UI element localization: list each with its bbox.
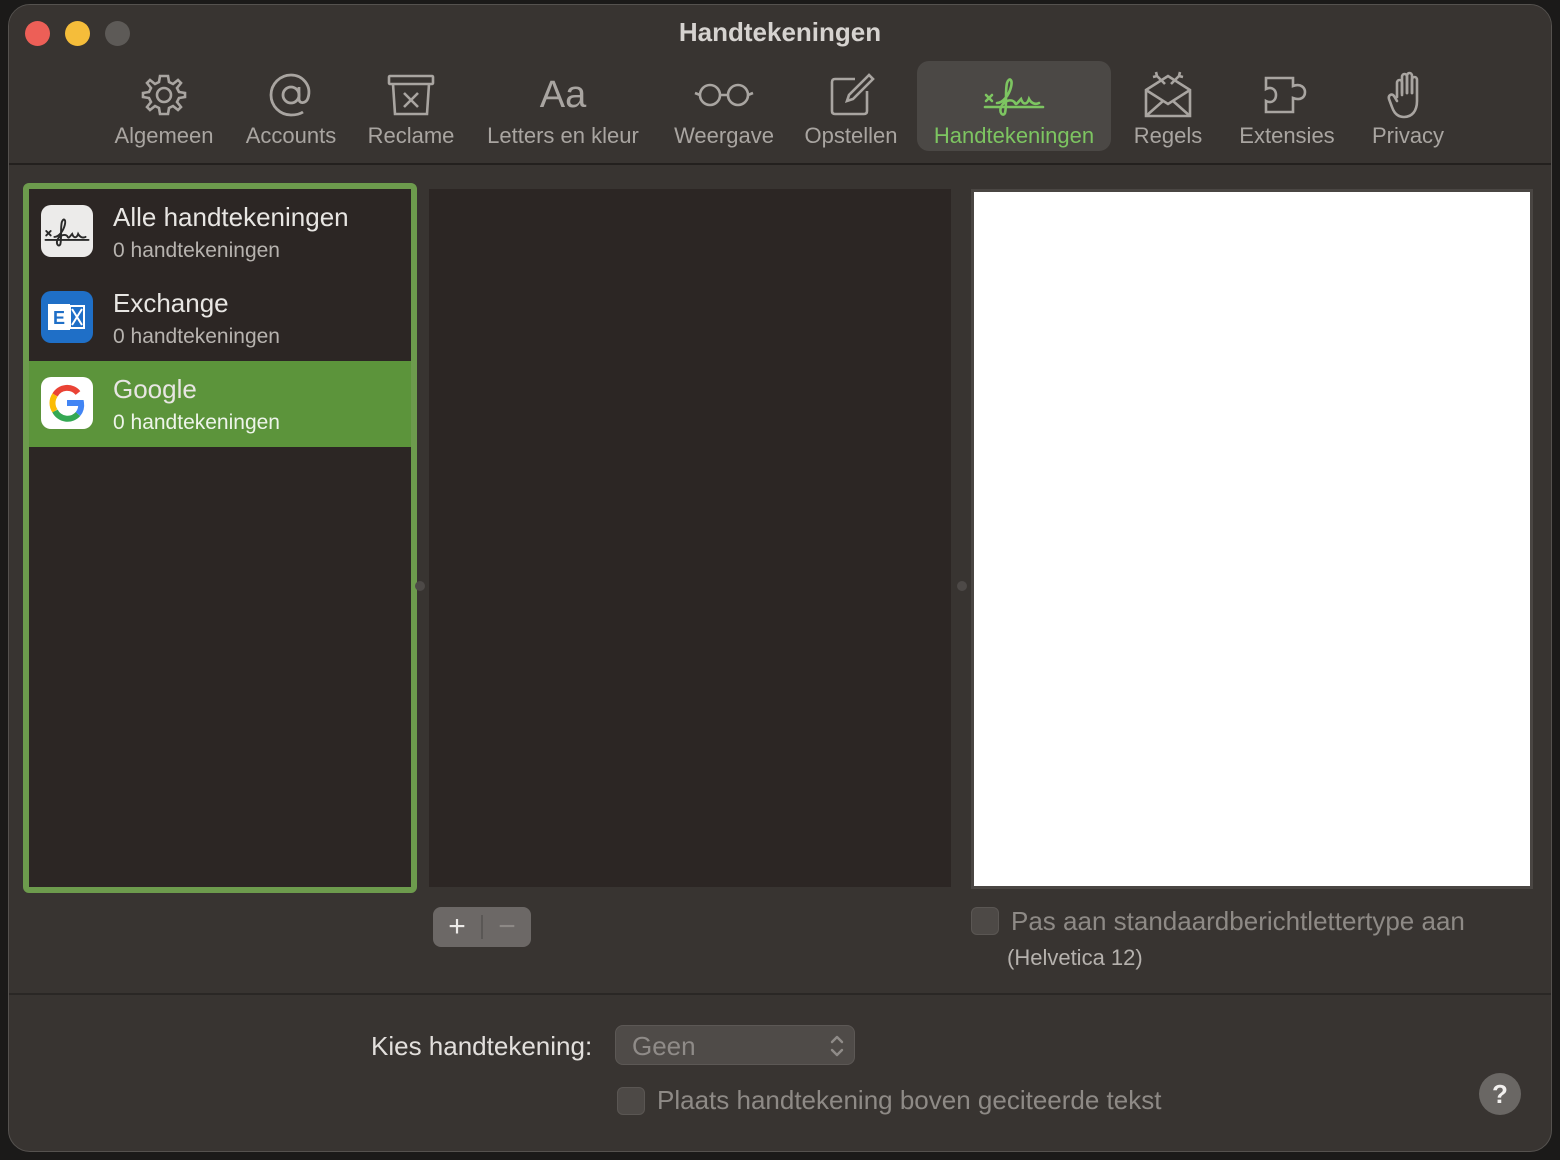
tab-label: Letters en kleur <box>487 123 639 148</box>
section-divider <box>9 993 1551 995</box>
puzzle-icon <box>1255 69 1319 121</box>
match-font-checkbox[interactable] <box>971 907 999 935</box>
up-down-chevron-icon <box>828 1032 846 1065</box>
splitter-handle[interactable] <box>415 581 425 591</box>
add-signature-button[interactable]: + <box>433 907 481 947</box>
gear-icon <box>132 69 196 121</box>
window-title: Handtekeningen <box>678 17 882 47</box>
account-name: Exchange <box>113 288 229 318</box>
tab-regels[interactable]: Regels <box>1123 61 1213 151</box>
choose-signature-label: Kies handtekening: <box>371 1031 593 1061</box>
place-above-quoted-checkbox[interactable] <box>617 1087 645 1115</box>
splitter-handle[interactable] <box>957 581 967 591</box>
preferences-window: Handtekeningen Algemeen Accounts Reclame… <box>8 4 1552 1152</box>
glasses-icon <box>692 69 756 121</box>
at-icon <box>259 69 323 121</box>
tab-label: Weergave <box>674 123 774 148</box>
account-name: Alle handtekeningen <box>113 202 349 232</box>
tab-handtekeningen[interactable]: Handtekeningen <box>917 61 1111 151</box>
tab-label: Privacy <box>1371 123 1445 148</box>
account-name: Google <box>113 374 197 404</box>
tab-privacy[interactable]: Privacy <box>1361 61 1455 151</box>
remove-signature-button[interactable]: − <box>483 907 531 947</box>
tab-label: Extensies <box>1239 123 1335 148</box>
tab-algemeen[interactable]: Algemeen <box>105 61 223 151</box>
choose-signature-select[interactable]: Geen <box>615 1025 855 1065</box>
tab-label: Regels <box>1133 123 1203 148</box>
tab-opstellen[interactable]: Opstellen <box>795 61 907 151</box>
signature-icon <box>41 205 93 257</box>
titlebar: Handtekeningen Algemeen Accounts Reclame… <box>9 5 1551 165</box>
google-icon <box>41 377 93 429</box>
choose-signature-value: Geen <box>632 1031 696 1061</box>
accounts-list[interactable]: Alle handtekeningen 0 handtekeningen E E… <box>23 183 417 893</box>
tab-letters-en-kleur[interactable]: Aa Letters en kleur <box>475 61 651 151</box>
signature-preview[interactable] <box>971 189 1533 889</box>
content-area: Alle handtekeningen 0 handtekeningen E E… <box>9 167 1551 1151</box>
add-remove-control: + − <box>433 907 531 947</box>
tab-extensies[interactable]: Extensies <box>1225 61 1349 151</box>
tab-label: Opstellen <box>804 123 898 148</box>
rules-envelope-icon <box>1136 69 1200 121</box>
svg-text:E: E <box>53 308 65 328</box>
tab-label: Handtekeningen <box>933 123 1095 148</box>
compose-icon <box>819 69 883 121</box>
hand-icon <box>1376 69 1440 121</box>
font-note: (Helvetica 12) <box>1007 945 1143 970</box>
tab-label: Algemeen <box>114 123 214 148</box>
match-font-label: Pas aan standaardberichtlettertype aan <box>1011 906 1465 936</box>
signature-icon <box>982 69 1046 121</box>
signatures-list[interactable] <box>429 189 951 887</box>
account-signature-count: 0 handtekeningen <box>113 325 280 348</box>
help-button[interactable]: ? <box>1479 1073 1521 1115</box>
list-item-alle-handtekeningen[interactable]: Alle handtekeningen 0 handtekeningen <box>29 189 411 275</box>
tab-label: Accounts <box>245 123 337 148</box>
tab-weergave[interactable]: Weergave <box>665 61 783 151</box>
list-item-exchange[interactable]: E Exchange 0 handtekeningen <box>29 275 411 361</box>
tab-accounts[interactable]: Accounts <box>235 61 347 151</box>
font-icon: Aa <box>539 73 587 116</box>
junk-bin-icon <box>379 69 443 121</box>
tab-reclame[interactable]: Reclame <box>359 61 463 151</box>
list-item-google[interactable]: Google 0 handtekeningen <box>29 361 411 447</box>
tab-label: Reclame <box>367 123 455 148</box>
exchange-icon: E <box>41 291 93 343</box>
preferences-toolbar: Algemeen Accounts Reclame Aa Letters en … <box>9 61 1551 153</box>
account-signature-count: 0 handtekeningen <box>113 411 280 434</box>
account-signature-count: 0 handtekeningen <box>113 239 280 262</box>
place-above-quoted-label: Plaats handtekening boven geciteerde tek… <box>657 1085 1162 1115</box>
